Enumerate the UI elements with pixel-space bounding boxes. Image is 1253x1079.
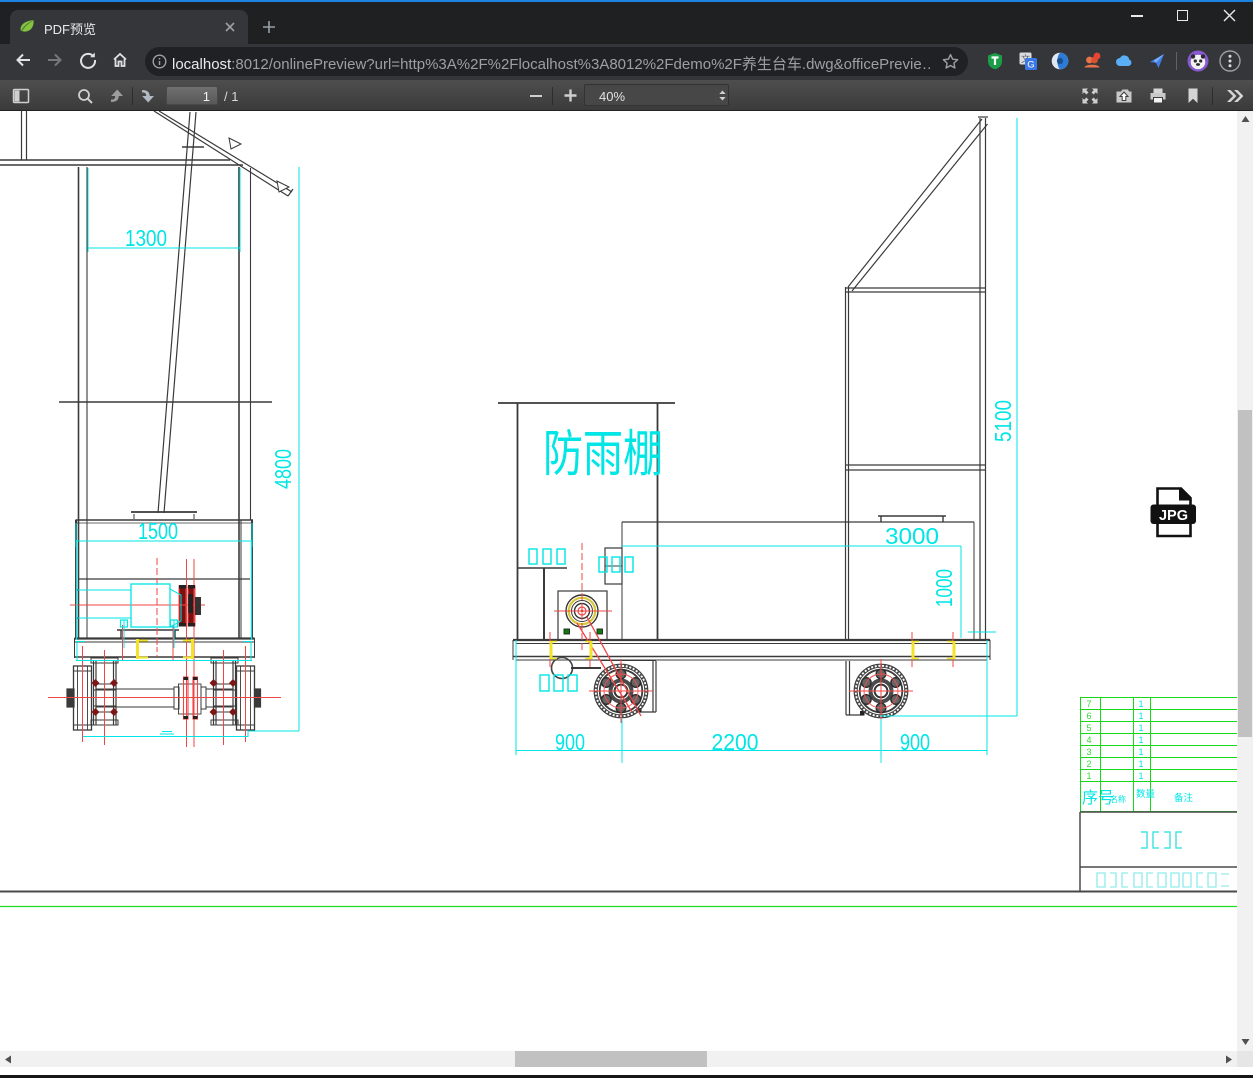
svg-text:5: 5 — [1086, 723, 1091, 733]
svg-text:6: 6 — [1086, 711, 1091, 721]
svg-text:5100: 5100 — [990, 400, 1016, 442]
svg-text:900: 900 — [900, 729, 930, 755]
svg-text:1500: 1500 — [138, 518, 178, 544]
svg-text:4800: 4800 — [270, 449, 296, 489]
svg-text:1: 1 — [1138, 771, 1143, 781]
svg-text:4: 4 — [1086, 735, 1091, 745]
svg-text:1: 1 — [1138, 699, 1143, 709]
svg-text:1: 1 — [1138, 759, 1143, 769]
svg-text:2200: 2200 — [712, 729, 759, 755]
svg-text:1300: 1300 — [125, 225, 167, 251]
svg-text:G: G — [1027, 60, 1034, 71]
svg-text:1000: 1000 — [931, 569, 957, 607]
svg-text:数量: 数量 — [1136, 788, 1156, 800]
svg-text:备注: 备注 — [1174, 792, 1194, 804]
svg-text:名称: 名称 — [1110, 794, 1126, 804]
svg-text:2: 2 — [1086, 759, 1091, 769]
svg-text:1: 1 — [1138, 711, 1143, 721]
svg-text:1: 1 — [1138, 735, 1143, 745]
svg-text:1: 1 — [1086, 771, 1091, 781]
svg-text:7: 7 — [1086, 699, 1091, 709]
svg-text:防雨棚: 防雨棚 — [543, 426, 663, 482]
svg-text:1: 1 — [1138, 747, 1143, 757]
svg-text:JPG: JPG — [1159, 508, 1188, 524]
svg-text:900: 900 — [555, 729, 585, 755]
svg-text:3000: 3000 — [885, 523, 939, 549]
svg-text:3: 3 — [1086, 747, 1091, 757]
svg-text:1: 1 — [1138, 723, 1143, 733]
